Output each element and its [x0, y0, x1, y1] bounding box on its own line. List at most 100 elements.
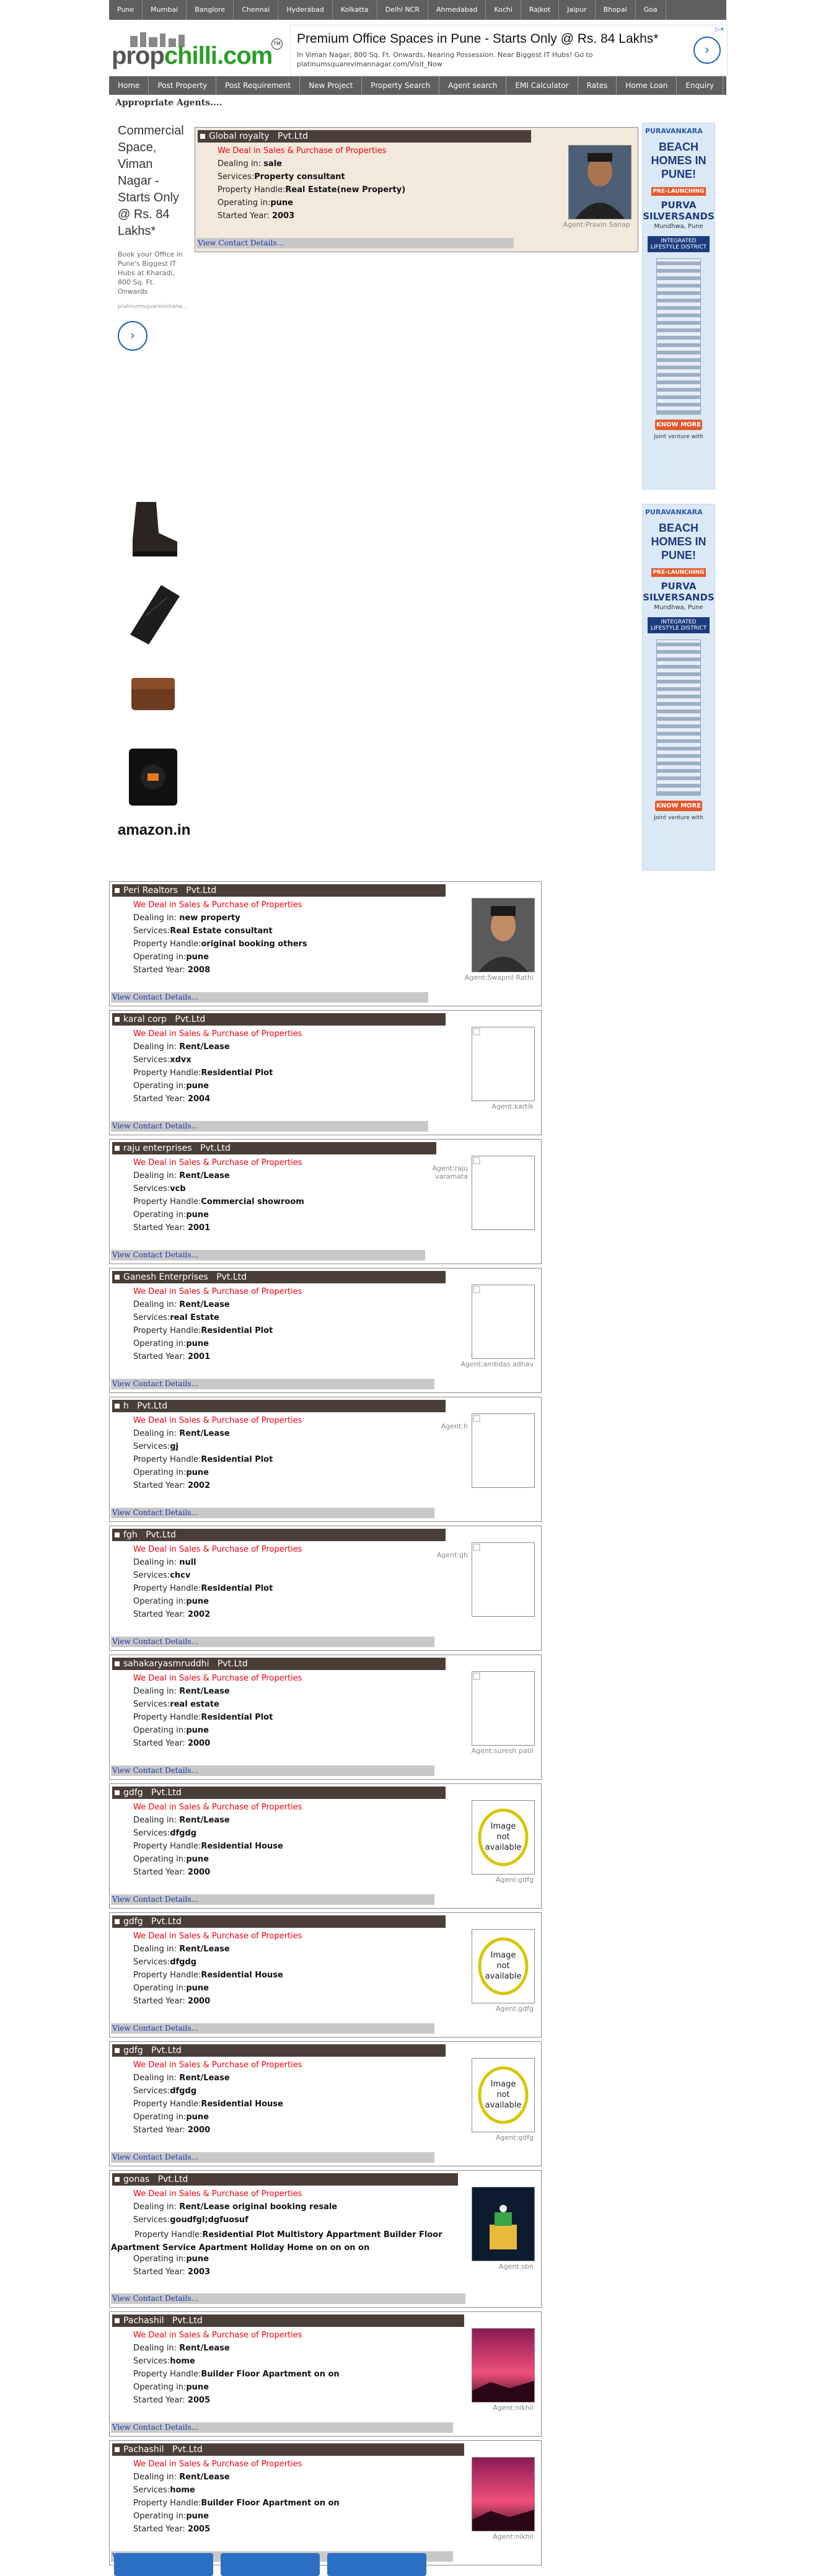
nav-home[interactable]: Home — [109, 76, 149, 95]
agent-dealing: Dealing in: Rent/Lease original booking … — [133, 2202, 338, 2212]
nav-new-project[interactable]: New Project — [300, 76, 363, 95]
amazon-logo[interactable]: amazon.in — [118, 822, 190, 839]
agent-card: Pachashil Pvt.Ltd We Deal in Sales & Purc… — [109, 2440, 542, 2565]
view-contact-details-link[interactable]: View Contact Details... — [111, 1121, 428, 1132]
agent-company-suffix: Pvt.Ltd — [151, 1788, 182, 1798]
agent-company-title[interactable]: Global royalty Pvt.Ltd — [198, 130, 531, 143]
city-link-kolkatta[interactable]: Kolkatta — [333, 0, 377, 20]
page-title: Appropriate Agents.... — [115, 98, 222, 108]
nav-post-property[interactable]: Post Property — [149, 76, 217, 95]
agent-operating-in: Operating in:pune — [133, 2254, 209, 2264]
agent-company-title[interactable]: gdfg Pvt.Ltd — [112, 2044, 446, 2057]
city-link-ahmedabad[interactable]: Ahmedabad — [428, 0, 486, 20]
view-contact-details-link[interactable]: View Contact Details... — [111, 1250, 425, 1260]
city-link-goa[interactable]: Goa — [636, 0, 666, 20]
left-sidebar-ad[interactable]: Commercial Space, Viman Nagar - Starts O… — [118, 123, 188, 351]
ad-url[interactable]: platinumsquarevimannagar.com/Visit_Now — [297, 60, 442, 68]
agent-company-title[interactable]: Ganesh Enterprises Pvt.Ltd — [112, 1271, 446, 1283]
agent-company-title[interactable]: sahakaryasmruddhi Pvt.Ltd — [112, 1658, 446, 1670]
boot-product-image[interactable] — [118, 490, 187, 565]
agent-started-year: Started Year: 2001 — [133, 1223, 211, 1233]
nav-agent-search[interactable]: Agent search — [439, 76, 507, 95]
city-link-delhi[interactable]: Delhi NCR — [377, 0, 428, 20]
agent-company-title[interactable]: gdfg Pvt.Ltd — [112, 1915, 446, 1928]
city-link-rajkot[interactable]: Rajkot — [521, 0, 560, 20]
nav-home-loan[interactable]: Home Loan — [617, 76, 677, 95]
agent-company-title[interactable]: gdfg Pvt.Ltd — [112, 1787, 446, 1799]
top-banner-ad[interactable]: Premium Office Spaces in Pune - Starts O… — [290, 25, 728, 76]
left-ad-url[interactable]: platinumsquarevimana... — [118, 304, 188, 310]
nav-enquiry[interactable]: Enquiry — [677, 76, 724, 95]
city-link-mumbai[interactable]: Mumbai — [143, 0, 187, 20]
view-contact-details-link[interactable]: View Contact Details... — [196, 238, 514, 248]
view-contact-details-link[interactable]: View Contact Details... — [111, 1508, 434, 1518]
ad-choices-icon[interactable]: ▷✕ — [716, 27, 724, 33]
svg-text:available: available — [485, 1972, 522, 1981]
agent-company-title[interactable]: h Pvt.Ltd — [112, 1400, 446, 1412]
city-link-kochi[interactable]: Kochi — [486, 0, 521, 20]
view-contact-details-link[interactable]: View Contact Details... — [111, 1637, 434, 1647]
speaker-product-image[interactable] — [118, 739, 187, 814]
agent-property-handle: Property Handle:Residential Plot — [133, 1584, 273, 1593]
pagination-button[interactable] — [221, 2553, 320, 2576]
agent-company-name: Peri Realtors — [123, 886, 178, 895]
left-ad-headline[interactable]: Commercial Space, Viman Nagar - Starts O… — [118, 123, 185, 240]
ad-headline[interactable]: Premium Office Spaces in Pune - Starts O… — [297, 32, 659, 46]
agent-company-suffix: Pvt.Ltd — [146, 1530, 176, 1540]
agent-operating-in: Operating in:pune — [133, 1726, 209, 1735]
agent-tagline: We Deal in Sales & Purchase of Propertie… — [133, 1158, 302, 1167]
agent-operating-in: Operating in:pune — [133, 1984, 209, 1993]
view-contact-details-link[interactable]: View Contact Details... — [111, 992, 428, 1003]
nav-emi-calculator[interactable]: EMI Calculator — [506, 76, 578, 95]
left-ad-arrow-icon[interactable]: › — [118, 321, 147, 351]
pagination-button[interactable] — [114, 2553, 213, 2576]
city-link-chennai[interactable]: Chennai — [234, 0, 279, 20]
agent-property-handle: Property Handle:Builder Floor Apartment … — [133, 2499, 340, 2508]
agent-company-title[interactable]: Peri Realtors Pvt.Ltd — [112, 884, 446, 897]
agent-dealing: Dealing in: null — [133, 1558, 196, 1567]
city-link-pune[interactable]: Pune — [109, 0, 143, 20]
agent-company-name: karal corp — [123, 1014, 167, 1024]
agent-started-year: Started Year: 2002 — [133, 1610, 211, 1619]
right-ad-know-more-button[interactable]: KNOW MORE — [655, 801, 702, 811]
agent-operating-in: Operating in:pune — [133, 1597, 209, 1606]
wallet-product-image[interactable] — [118, 656, 187, 731]
agent-card: gdfg Pvt.Ltd We Deal in Sales & Purchase … — [109, 2041, 542, 2166]
view-contact-details-link[interactable]: View Contact Details... — [111, 1379, 434, 1389]
agent-name: Agent:h — [441, 1422, 468, 1430]
right-ad-top[interactable]: PURAVANKARA BEACH HOMES IN PUNE! PRE-LAU… — [642, 123, 715, 490]
view-contact-details-link[interactable]: View Contact Details... — [111, 1765, 434, 1776]
agent-operating-in: Operating in:pune — [133, 1081, 209, 1091]
agent-company-suffix: Pvt.Ltd — [175, 1014, 206, 1024]
ad-arrow-icon[interactable]: › — [693, 37, 721, 64]
site-logo[interactable]: propchilli.com TM — [109, 26, 286, 76]
agent-services: Services:chcv — [133, 1571, 191, 1580]
agent-company-title[interactable]: gonas Pvt.Ltd — [112, 2173, 458, 2186]
logo-text-chilli: chilli — [164, 42, 218, 69]
pagination-button[interactable] — [327, 2553, 426, 2576]
agent-company-title[interactable]: karal corp Pvt.Ltd — [112, 1013, 446, 1026]
nav-property-search[interactable]: Property Search — [362, 76, 440, 95]
laptop-sleeve-product-image[interactable] — [118, 573, 187, 648]
agent-company-suffix: Pvt.Ltd — [216, 1272, 247, 1282]
city-link-jaipur[interactable]: Jaipur — [559, 0, 596, 20]
city-link-bhopal[interactable]: Bhopal — [596, 0, 636, 20]
agent-property-handle: Property Handle:Residential Plot Multist… — [111, 2230, 442, 2253]
agent-company-title[interactable]: fgh Pvt.Ltd — [112, 1529, 446, 1541]
right-ad-headline: BEACH HOMES IN PUNE! — [651, 141, 706, 180]
view-contact-details-link[interactable]: View Contact Details... — [111, 2422, 453, 2433]
nav-rates[interactable]: Rates — [578, 76, 617, 95]
view-contact-details-link[interactable]: View Contact Details... — [111, 2023, 434, 2034]
agent-company-title[interactable]: Pachashil Pvt.Ltd — [112, 2443, 464, 2456]
nav-post-requirement[interactable]: Post Requirement — [216, 76, 301, 95]
city-link-hyderabad[interactable]: Hyderabad — [278, 0, 333, 20]
right-ad-know-more-button[interactable]: KNOW MORE — [655, 420, 702, 430]
view-contact-details-link[interactable]: View Contact Details... — [111, 1894, 434, 1905]
agent-company-title[interactable]: raju enterprises Pvt.Ltd — [112, 1142, 436, 1154]
view-contact-details-link[interactable]: View Contact Details... — [111, 2293, 465, 2304]
agent-company-title[interactable]: Pachashil Pvt.Ltd — [112, 2314, 464, 2327]
view-contact-details-link[interactable]: View Contact Details... — [111, 2152, 434, 2163]
city-link-banglore[interactable]: Banglore — [187, 0, 234, 20]
agent-started-year: Started Year: 2005 — [133, 2525, 211, 2534]
right-ad-bottom[interactable]: PURAVANKARA BEACH HOMES IN PUNE! PRE-LAU… — [642, 504, 715, 871]
